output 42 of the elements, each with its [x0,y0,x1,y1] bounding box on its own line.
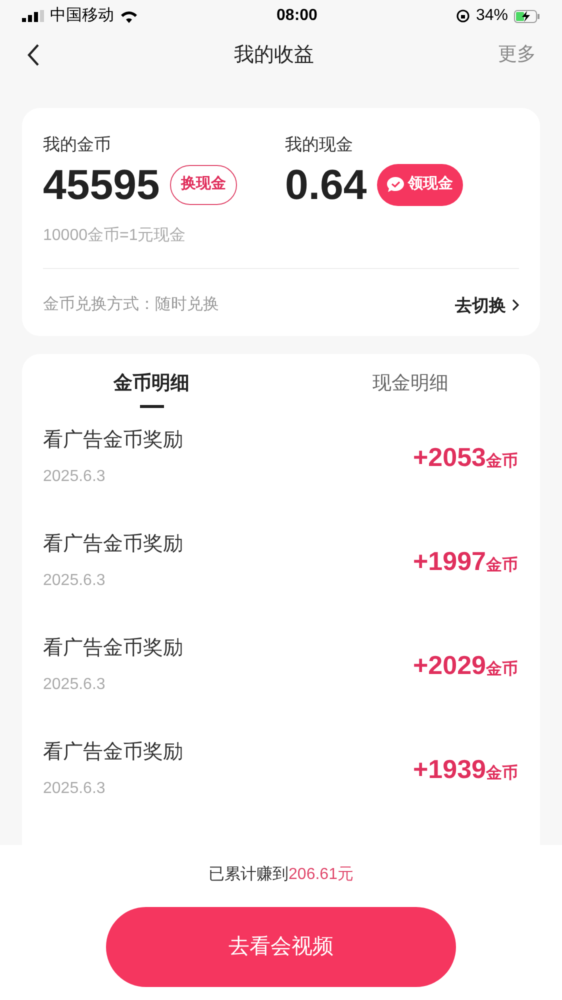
battery-percent: 34% [476,6,508,26]
record-amount: +2029 [412,648,486,682]
signal-icon [22,10,44,22]
exchange-method: 金币兑换方式：随时兑换 [43,294,219,316]
coins-label: 我的金币 [43,134,112,156]
record-title: 看广告金币奖励 [43,428,183,453]
exchange-rate: 10000金币=1元现金 [43,226,187,246]
total-label: 已累计赚到 [208,864,289,885]
record-unit: 金币 [486,659,518,680]
record-title: 看广告金币奖励 [43,532,183,557]
watch-video-button[interactable]: 去看会视频 [106,907,456,987]
tab[interactable]: 金币明细 [22,370,281,408]
more-button[interactable]: 更多 [498,40,536,70]
back-icon [26,43,40,67]
record-unit: 金币 [486,451,518,472]
record-date: 2025.6.3 [43,467,106,487]
cash-amount: 0.64 [285,164,367,206]
cash-label: 我的现金 [285,134,354,156]
rotation-lock-icon [456,9,470,23]
coins-amount: 45595 [43,164,160,206]
record-amount: +1939 [412,752,486,786]
tab[interactable]: 现金明细 [281,370,540,408]
switch-link[interactable]: 去切换 [455,292,519,318]
record-title: 看广告金币奖励 [43,740,183,765]
exchange-button[interactable]: 换现金 [170,164,237,204]
record-date: 2025.6.3 [43,779,106,799]
carrier: 中国移动 [50,6,114,26]
chat-bubble-icon [386,177,404,192]
record-unit: 金币 [486,763,518,784]
withdraw-button[interactable]: 领现金 [376,164,463,206]
record-amount: +2053 [412,440,486,474]
clock: 08:00 [276,6,318,26]
record-unit: 金币 [486,555,518,576]
total-value: 206.61元 [288,865,354,885]
record-title: 看广告金币奖励 [43,636,183,661]
record-date: 2025.6.3 [43,675,106,695]
record-amount: +1997 [412,544,486,578]
page-title: 我的收益 [234,43,314,68]
wifi-icon [120,10,138,22]
chevron-icon [512,299,519,312]
record-date: 2025.6.3 [43,571,106,591]
battery-icon [514,10,540,22]
